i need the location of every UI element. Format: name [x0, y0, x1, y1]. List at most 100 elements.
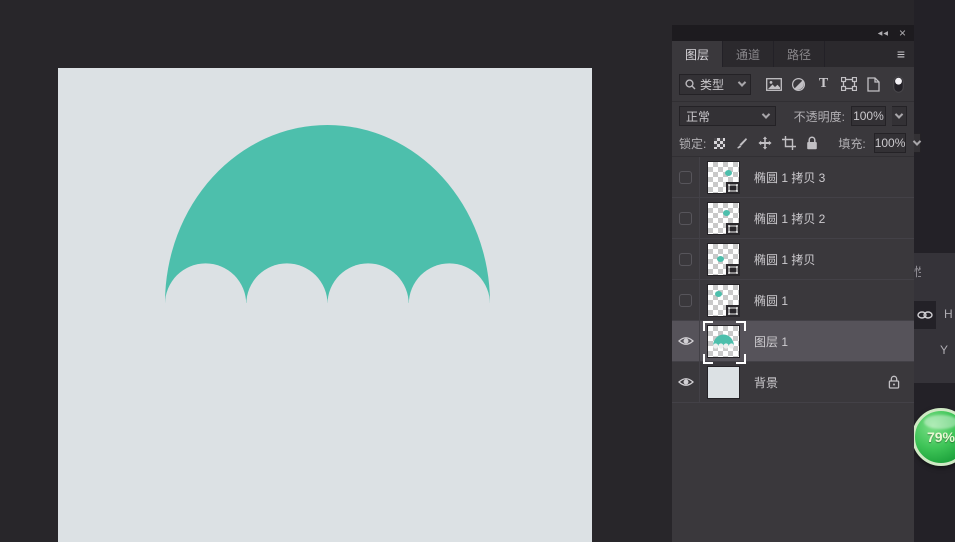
blend-mode-row: 正常 不透明度: 100% — [672, 102, 914, 130]
panel-menu-icon[interactable]: ≡ — [888, 41, 914, 67]
toggle-pin-icon — [893, 76, 904, 93]
crop-icon — [782, 136, 796, 150]
layer-name[interactable]: 图层 1 — [754, 333, 788, 350]
y-field-label: Y — [940, 343, 948, 357]
link-dimensions-button[interactable] — [914, 301, 936, 329]
layer-name[interactable]: 椭圆 1 拷贝 3 — [754, 169, 825, 186]
half-circle-icon — [791, 77, 806, 92]
adjustment-layer-filter-button[interactable] — [790, 76, 807, 93]
panel-titlebar: ◀◀ × — [672, 25, 914, 41]
layer-name[interactable]: 椭圆 1 拷贝 2 — [754, 210, 825, 227]
umbrella-shape — [58, 68, 592, 542]
tab-layers[interactable]: 图层 — [672, 41, 723, 67]
background-locked-indicator — [888, 375, 900, 389]
photoshop-workspace: { "window": { "collapse_icon": "◀◀", "cl… — [0, 0, 955, 542]
height-field-label: H — [944, 307, 953, 321]
visibility-checkbox-empty — [679, 253, 692, 266]
image-icon — [766, 78, 782, 91]
layer-row-ellipse-1-copy-3[interactable]: 椭圆 1 拷贝 3 — [672, 157, 914, 198]
visibility-toggle[interactable] — [672, 321, 700, 361]
fill-value: 100% — [875, 136, 906, 150]
layer-name[interactable]: 背景 — [754, 374, 778, 391]
ellipse-shape-preview — [715, 291, 722, 297]
lock-artboard-button[interactable] — [782, 136, 796, 150]
shape-layer-badge-icon — [726, 305, 740, 317]
visibility-toggle[interactable] — [672, 198, 700, 238]
lock-position-button[interactable] — [758, 136, 772, 150]
tab-channels[interactable]: 通道 — [723, 41, 774, 67]
opacity-value: 100% — [853, 109, 884, 123]
layers-panel: ◀◀ × 图层 通道 路径 ≡ 类型 — [672, 25, 914, 542]
lock-all-button[interactable] — [806, 136, 818, 150]
fill-dropdown-button[interactable] — [914, 133, 921, 153]
layer-thumbnail[interactable] — [707, 366, 740, 399]
layer-name[interactable]: 椭圆 1 拷贝 — [754, 251, 815, 268]
ellipse-shape-preview — [723, 210, 730, 216]
visibility-toggle[interactable] — [672, 280, 700, 320]
lock-buttons — [714, 136, 818, 150]
chevron-down-icon — [738, 78, 746, 86]
layer-row-layer-1-selected[interactable]: 图层 1 — [672, 321, 914, 362]
tab-paths[interactable]: 路径 — [774, 41, 825, 67]
eye-icon — [678, 376, 694, 388]
layer-row-ellipse-1[interactable]: 椭圆 1 — [672, 280, 914, 321]
visibility-toggle[interactable] — [672, 362, 700, 402]
layer-thumbnail[interactable] — [707, 161, 740, 194]
ellipse-shape-preview — [717, 256, 724, 262]
collapse-panel-icon[interactable]: ◀◀ — [878, 30, 889, 37]
layer-thumbnail[interactable] — [707, 325, 740, 358]
move-icon — [758, 136, 772, 150]
chain-icon — [917, 310, 933, 320]
shape-layer-badge-icon — [726, 182, 740, 194]
shape-layer-filter-button[interactable] — [840, 76, 857, 93]
layer-row-ellipse-1-copy-2[interactable]: 椭圆 1 拷贝 2 — [672, 198, 914, 239]
filter-kind-label: 类型 — [700, 76, 735, 93]
layer-name[interactable]: 椭圆 1 — [754, 292, 788, 309]
umbrella-thumbnail-preview — [710, 331, 737, 350]
pixel-layer-filter-button[interactable] — [765, 76, 782, 93]
close-panel-icon[interactable]: × — [899, 28, 906, 38]
opacity-value-field[interactable]: 100% — [851, 106, 886, 126]
filter-pin-toggle[interactable] — [890, 76, 907, 93]
ellipse-shape-preview — [725, 170, 732, 176]
panel-body: 类型 T — [672, 67, 914, 542]
blend-mode-value: 正常 — [686, 108, 763, 125]
lock-transparent-pixels-button checkerboard-icon[interactable] — [714, 138, 725, 149]
chevron-down-icon — [913, 137, 921, 145]
frame-icon — [841, 77, 857, 91]
chevron-down-icon — [761, 110, 769, 118]
layer-filter-row: 类型 T — [672, 67, 914, 102]
layer-thumbnail[interactable] — [707, 202, 740, 235]
shape-layer-badge-icon — [726, 223, 740, 235]
layer-thumbnail[interactable] — [707, 284, 740, 317]
lock-image-pixels-button[interactable] — [735, 137, 748, 150]
padlock-icon — [806, 136, 818, 150]
layer-row-ellipse-1-copy[interactable]: 椭圆 1 拷贝 — [672, 239, 914, 280]
layer-list-empty-area — [672, 403, 914, 542]
clipped-text-fragment: 性 — [914, 263, 921, 279]
visibility-checkbox-empty — [679, 212, 692, 225]
fill-value-field[interactable]: 100% — [874, 133, 907, 153]
smart-object-filter-button[interactable] — [865, 76, 882, 93]
page-icon — [867, 77, 880, 92]
chevron-down-icon — [895, 110, 903, 118]
visibility-toggle[interactable] — [672, 239, 700, 279]
visibility-checkbox-empty — [679, 294, 692, 307]
layer-thumbnail[interactable] — [707, 243, 740, 276]
visibility-toggle[interactable] — [672, 157, 700, 197]
filter-kind-dropdown[interactable]: 类型 — [679, 74, 751, 95]
progress-badge-value: 79% — [927, 429, 955, 445]
properties-panel-fragment: 性 H Y — [914, 253, 955, 383]
filter-icon-buttons: T — [759, 76, 907, 93]
blend-mode-dropdown[interactable]: 正常 — [679, 106, 776, 126]
layer-list: 椭圆 1 拷贝 3 椭圆 1 拷贝 2 — [672, 157, 914, 403]
type-layer-filter-button[interactable]: T — [815, 76, 832, 93]
document-canvas[interactable] — [58, 68, 592, 542]
brush-icon — [735, 137, 748, 150]
padlock-icon — [888, 375, 900, 389]
eye-icon — [678, 335, 694, 347]
opacity-label: 不透明度: — [794, 108, 845, 125]
layer-row-background[interactable]: 背景 — [672, 362, 914, 403]
opacity-dropdown-button[interactable] — [892, 106, 907, 126]
visibility-checkbox-empty — [679, 171, 692, 184]
